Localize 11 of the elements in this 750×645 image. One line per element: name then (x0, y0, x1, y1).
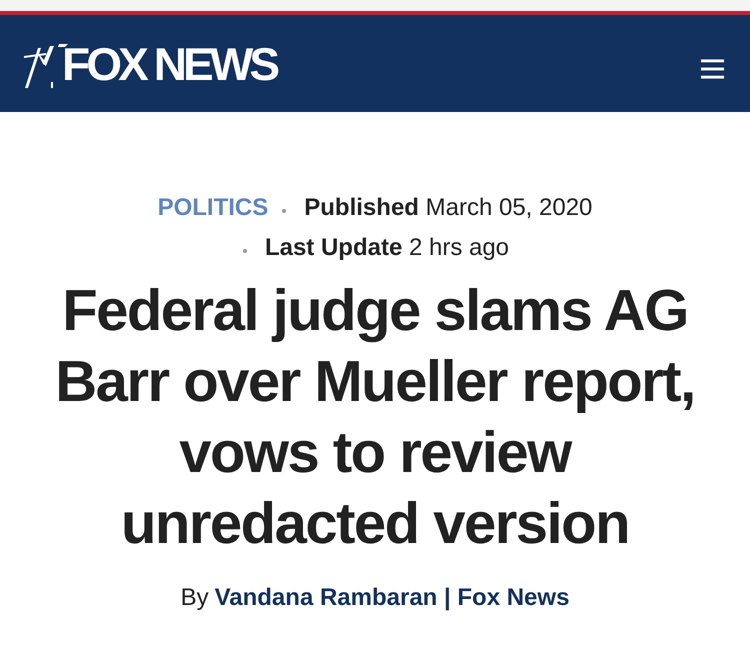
byline-prefix: By (180, 583, 209, 613)
article-headline: Federal judge slams AG Barr over Mueller report, vows to review unredacted version (54, 277, 696, 558)
logo-link[interactable]: FOX NEWS (24, 38, 276, 90)
separator-dot-icon (242, 249, 247, 253)
separator-dot-icon (282, 209, 286, 213)
menu-icon (701, 58, 724, 78)
author-link[interactable]: Vandana Rambaran | Fox News (214, 583, 570, 613)
last-update-time: Last Update 2 hrs ago (264, 234, 510, 262)
published-date: Published March 05, 2020 (304, 194, 592, 222)
category-link[interactable]: POLITICS (158, 194, 268, 222)
menu-button[interactable] (701, 58, 724, 78)
